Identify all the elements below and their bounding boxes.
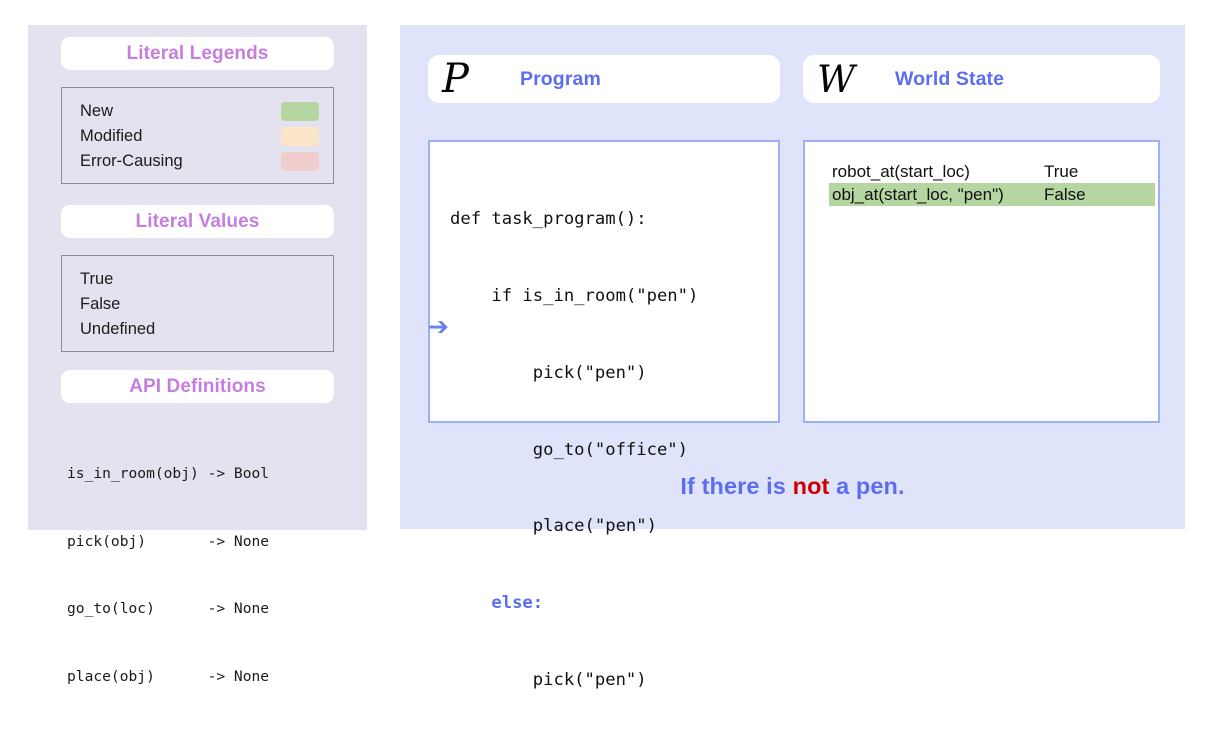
literal-value-undefined: Undefined — [80, 320, 156, 338]
legend-row: Modified — [80, 124, 319, 149]
caption: If there is not a pen. — [400, 473, 1185, 500]
api-definitions-title-pill: API Definitions — [61, 370, 334, 403]
world-state-row-highlighted: obj_at(start_loc, "pen") False — [829, 183, 1155, 206]
code-line: pick("pen") — [450, 669, 647, 690]
execution-pointer-arrow: ➔ — [428, 312, 449, 341]
world-state-header: W World State — [803, 55, 1160, 103]
world-state-row: robot_at(start_loc) True — [829, 160, 1155, 183]
world-state-box: robot_at(start_loc) True obj_at(start_lo… — [803, 140, 1160, 423]
caption-negation: not — [792, 473, 830, 499]
code-line: def task_program(): — [450, 209, 647, 230]
script-capital-p-icon: P — [442, 56, 469, 102]
reference-panel: Literal Legends New Modified Error-Causi… — [28, 25, 367, 685]
literal-legends-title: Literal Legends — [126, 42, 269, 64]
code-line: if is_in_room("pen") — [450, 285, 699, 306]
legend-swatch-modified — [281, 127, 319, 146]
literal-values-title-pill: Literal Values — [61, 205, 334, 238]
execution-panel: P Program W World State def task_program… — [400, 25, 1185, 690]
api-definition-line: is_in_room(obj) -> Bool — [67, 465, 270, 482]
world-state-predicate: robot_at(start_loc) — [832, 161, 970, 181]
world-state-value: False — [1044, 184, 1086, 204]
legend-row: Error-Causing — [80, 149, 319, 174]
code-line: place("pen") — [450, 516, 657, 537]
world-state-predicate: obj_at(start_loc, "pen") — [832, 184, 1004, 204]
program-code-block: def task_program(): if is_in_room("pen")… — [450, 156, 698, 745]
legend-label-modified: Modified — [80, 127, 143, 145]
script-capital-w-icon: W — [817, 57, 856, 101]
api-definitions-title: API Definitions — [129, 375, 266, 397]
literal-legends-title-pill: Literal Legends — [61, 37, 334, 70]
api-definitions-list: is_in_room(obj) -> Bool pick(obj) -> Non… — [67, 418, 347, 733]
legend-label-new: New — [80, 102, 114, 120]
code-line-current: else: — [450, 593, 544, 614]
api-definition-line: pick(obj) -> None — [67, 532, 270, 550]
legend-row: New — [80, 99, 319, 124]
world-state-value: True — [1044, 161, 1079, 181]
code-line: pick("pen") — [450, 362, 647, 383]
literal-values-box: True False Undefined — [61, 255, 334, 352]
caption-prefix: If there is — [680, 473, 793, 499]
world-state-header-label: World State — [895, 67, 1005, 90]
world-state-rows: robot_at(start_loc) True obj_at(start_lo… — [829, 160, 1155, 206]
api-definition-line: place(obj) -> None — [67, 667, 270, 685]
literal-value-false: False — [80, 295, 121, 313]
api-definition-line: go_to(loc) -> None — [67, 600, 270, 617]
literal-value-true: True — [80, 270, 114, 288]
code-line: go_to("office") — [450, 439, 688, 460]
legend-label-error-causing: Error-Causing — [80, 152, 183, 170]
legend-swatch-new — [281, 102, 319, 121]
literal-values-title: Literal Values — [135, 210, 260, 232]
program-header: P Program — [428, 55, 780, 103]
program-header-label: Program — [520, 67, 601, 90]
caption-suffix: a pen. — [829, 473, 905, 499]
literal-legends-box: New Modified Error-Causing — [61, 87, 334, 184]
program-code-box: def task_program(): if is_in_room("pen")… — [428, 140, 780, 690]
legend-swatch-error-causing — [281, 152, 319, 171]
